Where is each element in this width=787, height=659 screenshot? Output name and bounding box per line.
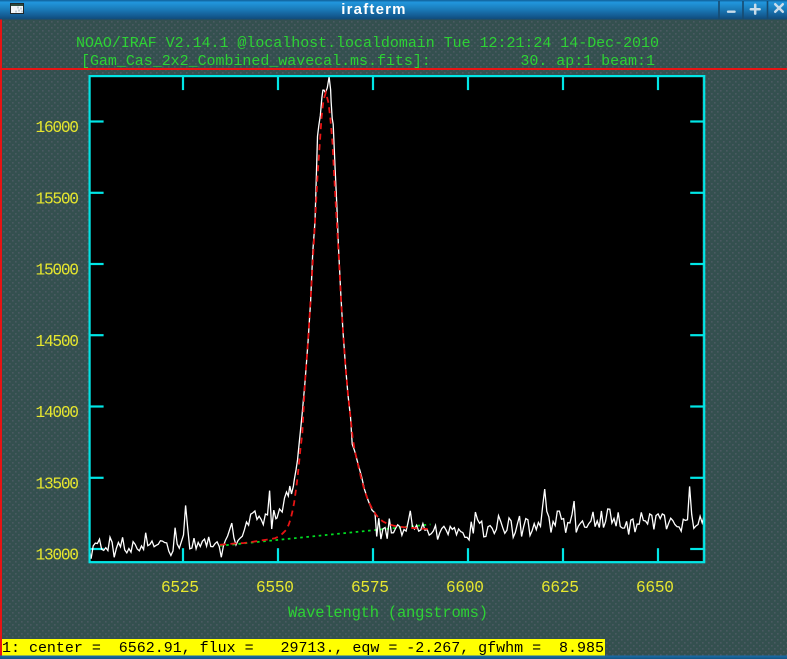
svg-text:13500: 13500 (36, 475, 80, 493)
svg-text:6625: 6625 (541, 579, 579, 597)
svg-text:6600: 6600 (446, 579, 484, 597)
svg-text:6650: 6650 (636, 579, 674, 597)
svg-text:15500: 15500 (36, 190, 80, 208)
svg-text:16000: 16000 (36, 119, 80, 137)
svg-text:6550: 6550 (256, 579, 294, 597)
svg-text:15000: 15000 (36, 262, 80, 280)
svg-text:14000: 14000 (36, 404, 80, 422)
svg-text:14500: 14500 (36, 333, 80, 351)
svg-text:irafterm: irafterm (341, 1, 406, 18)
svg-text:Wavelength (angstroms): Wavelength (angstroms) (288, 604, 488, 622)
svg-text:6575: 6575 (351, 579, 389, 597)
svg-text:NOAO/IRAF V2.14.1 @localhost.l: NOAO/IRAF V2.14.1 @localhost.localdomain… (76, 35, 659, 52)
svg-text:6525: 6525 (161, 579, 199, 597)
svg-text:1: center = 6562.91, flux =: 1: center = 6562.91, flux = 29713., eqw … (2, 640, 604, 657)
svg-text:[Gam_Cas_2x2_Combined_wavecal.: [Gam_Cas_2x2_Combined_wavecal.ms.fits]: … (81, 53, 655, 70)
svg-text:13000: 13000 (36, 547, 80, 565)
